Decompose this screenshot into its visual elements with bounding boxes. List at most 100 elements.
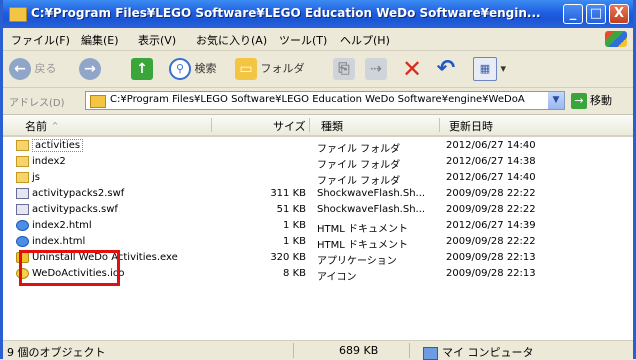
back-label: 戻る (34, 62, 57, 75)
annotation-highlight-box (19, 250, 120, 286)
chevron-down-icon[interactable]: ▼ (548, 92, 564, 109)
file-type: HTML ドキュメント (317, 240, 409, 251)
file-row[interactable]: activitypacks2.swf 311 KB ShockwaveFlash… (3, 186, 633, 202)
undo-button[interactable]: ↶ (435, 56, 457, 82)
address-bar: アドレス(D) C:¥Program Files¥LEGO Software¥L… (3, 88, 633, 115)
column-divider[interactable] (309, 118, 310, 132)
file-type: ShockwaveFlash.Sh... (317, 188, 426, 199)
chevron-down-icon: ▾ (500, 62, 507, 75)
sort-up-icon: ⌃ (50, 120, 60, 133)
column-divider[interactable] (439, 118, 440, 132)
file-type: ファイル フォルダ (317, 160, 401, 171)
menu-file[interactable]: ファイル(F) (11, 32, 70, 48)
file-name: index.html (32, 236, 86, 247)
go-label: 移動 (590, 94, 612, 107)
delete-x-icon: ✕ (401, 55, 423, 83)
back-button[interactable]: ← 戻る (9, 56, 57, 82)
column-divider[interactable] (211, 118, 212, 132)
file-size: 1 KB (283, 220, 306, 231)
views-grid-icon: ▦ (473, 57, 497, 81)
flash-file-icon (16, 188, 29, 199)
folder-icon (16, 172, 29, 183)
menu-tools[interactable]: ツール(T) (279, 32, 327, 48)
address-input[interactable]: C:¥Program Files¥LEGO Software¥LEGO Educ… (85, 91, 565, 110)
status-size: 689 KB (339, 344, 379, 357)
up-folder-button[interactable]: ↑ (131, 56, 153, 82)
copy-icon: ⎘ (333, 58, 355, 80)
back-arrow-icon: ← (9, 58, 31, 80)
up-arrow-icon: ↑ (131, 58, 153, 80)
column-name[interactable]: 名前 ⌃ (25, 118, 60, 134)
file-type: ShockwaveFlash.Sh... (317, 204, 426, 215)
search-button[interactable]: ⚲ 検索 (169, 56, 217, 82)
column-size[interactable]: サイズ (273, 118, 306, 134)
maximize-button[interactable]: □ (586, 4, 606, 24)
menu-help[interactable]: ヘルプ(H) (340, 32, 390, 48)
menu-view[interactable]: 表示(V) (138, 32, 176, 48)
file-row[interactable]: index2 ファイル フォルダ 2012/06/27 14:38 (3, 154, 633, 171)
file-size: 320 KB (270, 252, 306, 263)
menu-bar: ファイル(F) 編集(E) 表示(V) お気に入り(A) ツール(T) ヘルプ(… (3, 28, 633, 51)
file-size: 8 KB (283, 268, 306, 279)
file-row[interactable]: index.html 1 KB HTML ドキュメント 2009/09/28 2… (3, 234, 633, 251)
folder-icon (90, 95, 106, 108)
folder-icon (9, 7, 27, 22)
file-name: activities (32, 139, 84, 152)
status-bar: 9 個のオブジェクト 689 KB マイ コンピュータ (3, 340, 633, 360)
file-row[interactable]: js ファイル フォルダ 2012/06/27 14:40 (3, 170, 633, 187)
title-bar[interactable]: C:¥Program Files¥LEGO Software¥LEGO Educ… (3, 0, 633, 28)
undo-icon: ↶ (436, 56, 456, 81)
magnifier-icon: ⚲ (169, 58, 191, 80)
column-date[interactable]: 更新日時 (449, 118, 493, 134)
file-type: ファイル フォルダ (317, 176, 401, 187)
move-icon: ⇢ (365, 58, 387, 80)
copy-to-button[interactable]: ⎘ (333, 56, 355, 82)
status-divider (293, 343, 294, 358)
status-location: マイ コンピュータ (423, 344, 534, 360)
html-document-icon (16, 220, 29, 231)
file-date: 2012/06/27 14:40 (446, 172, 536, 183)
file-type: アイコン (317, 272, 357, 283)
file-name: index2.html (32, 220, 92, 231)
move-to-button[interactable]: ⇢ (365, 56, 387, 82)
file-name: activitypacks.swf (32, 204, 118, 215)
folder-icon (16, 156, 29, 167)
file-date: 2009/09/28 22:22 (446, 204, 536, 215)
file-row[interactable]: activitypacks.swf 51 KB ShockwaveFlash.S… (3, 202, 633, 218)
window-title: C:¥Program Files¥LEGO Software¥LEGO Educ… (31, 6, 541, 20)
file-name: js (32, 172, 40, 183)
address-path: C:¥Program Files¥LEGO Software¥LEGO Educ… (110, 94, 525, 105)
flash-file-icon (16, 204, 29, 215)
views-button[interactable]: ▦ ▾ (473, 56, 506, 82)
file-type: アプリケーション (317, 256, 397, 267)
windows-logo-icon (605, 31, 627, 47)
delete-button[interactable]: ✕ (401, 56, 423, 82)
status-divider (409, 343, 410, 358)
close-button[interactable]: X (609, 4, 629, 24)
minimize-button[interactable]: _ (563, 4, 583, 24)
status-location-label: マイ コンピュータ (442, 346, 534, 359)
menu-edit[interactable]: 編集(E) (81, 32, 119, 48)
folders-button[interactable]: ▭ フォルダ (235, 56, 305, 82)
folder-tree-icon: ▭ (235, 58, 257, 80)
computer-icon (423, 346, 438, 360)
file-list: 名前 ⌃ サイズ 種類 更新日時 activities ファイル フォルダ 20… (3, 115, 633, 340)
file-date: 2009/09/28 22:13 (446, 252, 536, 263)
column-type[interactable]: 種類 (321, 118, 343, 134)
go-arrow-icon: → (571, 93, 587, 109)
file-date: 2009/09/28 22:22 (446, 236, 536, 247)
file-date: 2012/06/27 14:39 (446, 220, 536, 231)
folders-label: フォルダ (260, 62, 305, 75)
column-header: 名前 ⌃ サイズ 種類 更新日時 (3, 115, 633, 137)
toolbar: ← 戻る → ↑ ⚲ 検索 ▭ フォルダ ⎘ ⇢ ✕ ↶ ▦ ▾ (3, 51, 633, 88)
file-type: ファイル フォルダ (317, 144, 401, 155)
column-name-label: 名前 (25, 120, 47, 133)
file-row[interactable]: activities ファイル フォルダ 2012/06/27 14:40 (3, 138, 633, 155)
file-date: 2009/09/28 22:22 (446, 188, 536, 199)
forward-button[interactable]: → (79, 56, 101, 82)
status-object-count: 9 個のオブジェクト (7, 346, 106, 359)
file-date: 2012/06/27 14:38 (446, 156, 536, 167)
menu-favorites[interactable]: お気に入り(A) (196, 32, 267, 48)
file-row[interactable]: index2.html 1 KB HTML ドキュメント 2012/06/27 … (3, 218, 633, 235)
go-button[interactable]: → 移動 (571, 92, 612, 109)
